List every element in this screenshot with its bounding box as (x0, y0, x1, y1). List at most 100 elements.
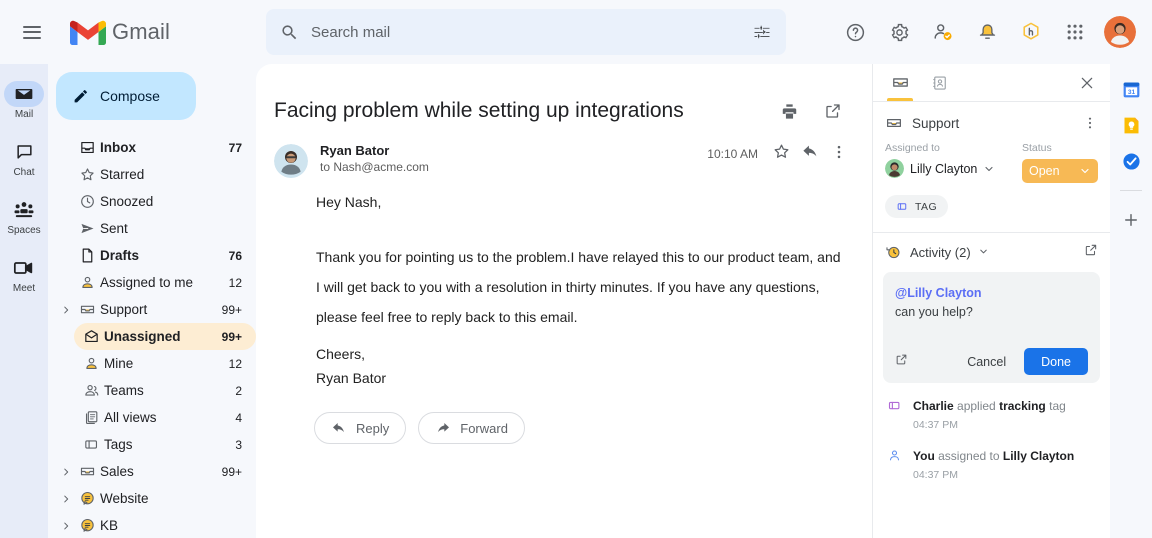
chevron-right-icon[interactable] (58, 494, 74, 504)
sidebar-item-tags[interactable]: Tags 3 (74, 431, 256, 458)
hamburger-icon[interactable] (8, 8, 56, 56)
sidebar-item-label: Assigned to me (100, 275, 194, 290)
sidebar-item-unassigned[interactable]: Unassigned 99+ (74, 323, 256, 350)
status-badge[interactable]: Open (1022, 159, 1098, 183)
status-label: Status (1022, 142, 1052, 154)
compose-button[interactable]: Compose (56, 72, 196, 120)
sidebar-item-inbox[interactable]: Inbox 77 (48, 134, 256, 161)
people-icon (78, 382, 104, 399)
clock-icon (74, 193, 100, 210)
keep-icon[interactable] (1120, 114, 1142, 136)
chevron-right-icon[interactable] (58, 467, 74, 477)
gmail-logo[interactable]: Gmail (70, 19, 256, 46)
rail-label-mail: Mail (14, 108, 34, 120)
chevron-right-icon[interactable] (58, 305, 74, 315)
settings-icon[interactable] (880, 13, 918, 51)
search-box[interactable] (266, 9, 786, 55)
sidebar-item-kb[interactable]: KB (48, 512, 256, 538)
reply-button[interactable]: Reply (314, 412, 407, 444)
assigned-to-field: Assigned to Lilly Clayton (885, 142, 1010, 183)
search-bar (266, 9, 786, 55)
reply-button-label: Reply (356, 420, 390, 436)
sidebar-item-website[interactable]: Website (48, 485, 256, 512)
sidebar-item-assigned-to-me[interactable]: Assigned to me 12 (48, 269, 256, 296)
meet-icon (13, 261, 33, 274)
activity-log-item: Charlie applied tracking tag 04:37 PM (885, 397, 1098, 431)
status-field: Status Open (1022, 142, 1098, 183)
sender-name: Ryan Bator (320, 143, 390, 158)
chevron-down-icon (1081, 168, 1089, 174)
right-panel-more-icon[interactable] (1082, 115, 1098, 131)
tray-yellow-icon (74, 301, 100, 318)
svg-text:31: 31 (1127, 88, 1135, 95)
star-icon[interactable] (772, 142, 791, 166)
tray-yellow-icon (887, 119, 901, 127)
assigned-to-value[interactable]: Lilly Clayton (885, 159, 1010, 178)
activity-time: 04:37 PM (913, 419, 958, 431)
sidebar-item-teams[interactable]: Teams 2 (74, 377, 256, 404)
done-button[interactable]: Done (1024, 348, 1088, 375)
comment-attach-icon[interactable] (895, 353, 908, 371)
help-icon[interactable] (836, 13, 874, 51)
chat-yellow-icon (74, 490, 100, 507)
rail-label-chat: Chat (13, 166, 35, 178)
comment-composer[interactable]: @Lilly Clayton can you help? Cancel Done (883, 272, 1100, 383)
sidebar-item-starred[interactable]: Starred (48, 161, 256, 188)
sidebar-item-label: Sales (100, 464, 134, 479)
sidebar-item-support[interactable]: Support 99+ (48, 296, 256, 323)
sidebar-item-count: 3 (235, 437, 242, 452)
bell-icon[interactable] (968, 13, 1006, 51)
pencil-icon (74, 90, 87, 103)
sidebar-item-snoozed[interactable]: Snoozed (48, 188, 256, 215)
right-panel-title: Support (912, 115, 960, 131)
sidebar-item-drafts[interactable]: Drafts 76 (48, 242, 256, 269)
rail-item-mail[interactable]: Mail (0, 72, 48, 128)
cancel-button[interactable]: Cancel (959, 351, 1014, 373)
print-icon[interactable] (774, 96, 804, 126)
rail-item-meet[interactable]: Meet (0, 246, 48, 302)
reply-icon (333, 423, 344, 433)
sidebar-item-label: Drafts (100, 248, 140, 263)
reply-icon[interactable] (801, 142, 820, 166)
envelope-icon (78, 328, 104, 345)
tune-icon[interactable] (752, 22, 772, 42)
search-input[interactable] (311, 23, 752, 41)
message-header: Ryan Bator to Nash@acme.com 10:10 AM (256, 132, 872, 178)
contact-card-icon (933, 75, 946, 90)
tab-conversations[interactable] (883, 65, 917, 101)
avatar[interactable] (1104, 16, 1136, 48)
activity-expand-icon[interactable] (1084, 243, 1098, 262)
tab-contacts[interactable] (923, 65, 957, 101)
calendar-icon[interactable]: 31 (1120, 78, 1142, 100)
rail-label-spaces: Spaces (7, 224, 41, 236)
apps-grid-icon[interactable] (1056, 13, 1094, 51)
mail-pane: Facing problem while setting up integrat… (256, 64, 872, 538)
chevron-right-icon[interactable] (58, 521, 74, 531)
tasks-icon[interactable] (1120, 150, 1142, 172)
right-panel-section-header: Support (873, 102, 1110, 140)
sender-meta: Ryan Bator to Nash@acme.com (320, 142, 707, 176)
strip-divider (1120, 190, 1142, 191)
tray-icon (892, 78, 908, 87)
hexagon-badge-icon[interactable] (1012, 13, 1050, 51)
more-vert-icon[interactable] (830, 143, 848, 166)
close-icon[interactable] (1074, 70, 1100, 96)
user-check-icon[interactable] (924, 13, 962, 51)
right-panel-tabs (873, 64, 1110, 102)
plus-icon[interactable] (1120, 209, 1142, 231)
rail-item-chat[interactable]: Chat (0, 130, 48, 186)
sidebar-item-count: 99+ (221, 302, 242, 317)
rail-item-spaces[interactable]: Spaces (0, 188, 48, 244)
open-in-new-icon[interactable] (818, 96, 848, 126)
sidebar-item-sales[interactable]: Sales 99+ (48, 458, 256, 485)
draft-icon (74, 247, 100, 264)
tag-icon (897, 203, 907, 210)
sidebar-item-sent[interactable]: Sent (48, 215, 256, 242)
sidebar-item-mine[interactable]: Mine 12 (74, 350, 256, 377)
forward-button[interactable]: Forward (418, 412, 525, 444)
subject-row: Facing problem while setting up integrat… (256, 64, 872, 132)
sidebar-item-count: 4 (235, 410, 242, 425)
sidebar-item-all-views[interactable]: All views 4 (74, 404, 256, 431)
sidebar-item-label: Teams (104, 383, 144, 398)
tag-chip[interactable]: TAG (885, 195, 949, 218)
